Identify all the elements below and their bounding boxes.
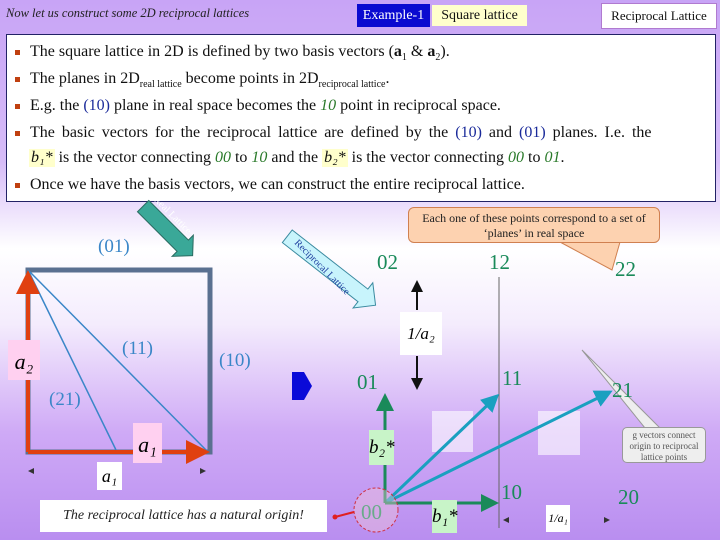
plane-label: (11) bbox=[122, 338, 153, 359]
inv-a1-right-tick-icon bbox=[604, 517, 610, 523]
plane-label: (01) bbox=[98, 236, 130, 257]
point-label: 20 bbox=[618, 485, 639, 509]
point-label: 11 bbox=[502, 366, 523, 390]
a1-length-label: a₁ bbox=[97, 462, 122, 490]
a1-vector-label: a₁ bbox=[133, 423, 162, 463]
g-vectors-callout: g vectors connect origin to reciprocal l… bbox=[622, 427, 706, 463]
right-tick-icon bbox=[200, 468, 206, 474]
plane-label: (21) bbox=[49, 389, 81, 410]
inv-a2-label: 1/a₂ bbox=[400, 312, 442, 355]
b2-vector-label: b₂* bbox=[369, 430, 395, 465]
left-tick-icon bbox=[28, 468, 34, 474]
diagram bbox=[15, 199, 662, 533]
plane-label: (10) bbox=[219, 350, 251, 371]
b1-vector-label: b₁* bbox=[432, 500, 458, 533]
a2-vector-label: a₂ bbox=[8, 340, 40, 380]
origin-pointer bbox=[334, 511, 355, 518]
callout-tail bbox=[559, 241, 621, 271]
point-label: 10 bbox=[501, 480, 522, 504]
highlight-square bbox=[432, 411, 473, 452]
point-label: 02 bbox=[377, 250, 398, 274]
points-callout: Each one of these points correspond to a… bbox=[408, 207, 660, 243]
point-label: 12 bbox=[489, 250, 510, 274]
point-label: 01 bbox=[357, 370, 378, 394]
origin-label: 00 bbox=[361, 500, 382, 524]
plane-11-line bbox=[27, 269, 209, 453]
inv-a1-left-tick-icon bbox=[503, 517, 509, 523]
point-label: 21 bbox=[612, 378, 633, 402]
inv-a1-label: 1/a₁ bbox=[546, 505, 570, 532]
plane-21-line bbox=[27, 269, 118, 453]
transform-arrow-icon bbox=[292, 372, 312, 400]
origin-caption: The reciprocal lattice has a natural ori… bbox=[40, 500, 327, 532]
point-label: 22 bbox=[615, 257, 636, 281]
